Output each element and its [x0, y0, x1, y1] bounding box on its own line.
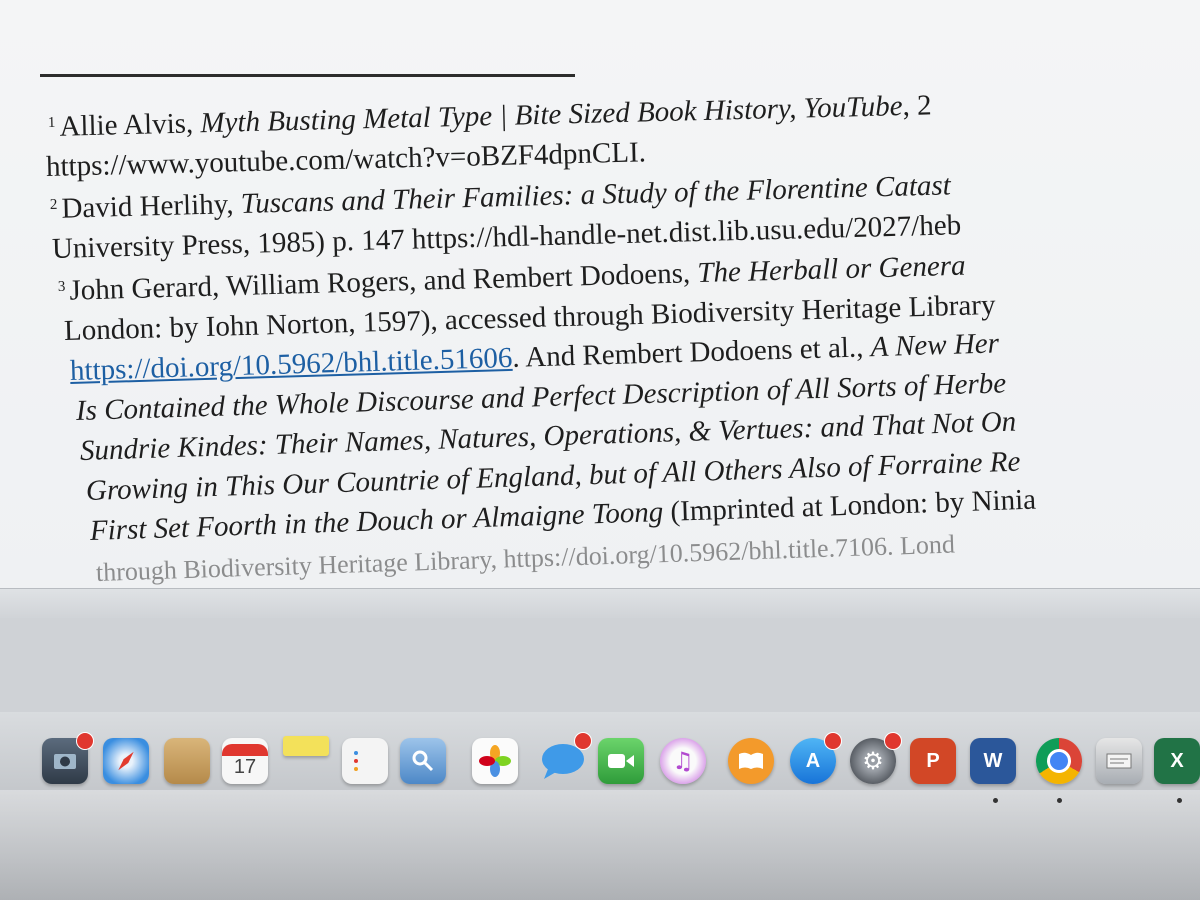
system-prefs-icon[interactable]: ⚙: [850, 732, 902, 784]
chrome-center: [1047, 749, 1071, 773]
photo-booth-glyph: [54, 754, 76, 769]
footnote-number: 1: [47, 114, 56, 131]
footnote-url: https://www.youtube.com/watch?v=oBZF4dpn…: [45, 136, 647, 183]
notification-badge: [884, 732, 902, 750]
list-glyph: [354, 751, 358, 771]
notification-badge: [824, 732, 842, 750]
photos-icon[interactable]: [472, 738, 518, 784]
itunes-icon[interactable]: ♫: [660, 738, 706, 784]
calendar-header: [222, 743, 268, 756]
chrome-icon[interactable]: [1036, 738, 1082, 784]
reminders-icon[interactable]: [342, 738, 388, 784]
footnote-number: 3: [57, 278, 66, 295]
running-indicator: [1177, 798, 1182, 803]
footnote-text: David Herlihy,: [61, 188, 242, 225]
calendar-icon[interactable]: 17: [222, 738, 268, 784]
running-indicator: [993, 798, 998, 803]
footnote-title: The Herball or Genera: [696, 249, 966, 290]
doi-link[interactable]: https://doi.org/10.5962/bhl.title.51606: [70, 342, 513, 387]
app-store-glyph: A: [805, 749, 821, 772]
music-note-glyph: ♫: [672, 747, 694, 775]
excel-glyph: X: [1170, 749, 1184, 772]
photo-booth-icon[interactable]: [42, 732, 94, 784]
safari-icon[interactable]: [103, 738, 149, 784]
footnote-title: Myth Busting Metal Type | Bite Sized Boo…: [200, 90, 903, 140]
footnote-number: 2: [49, 196, 58, 213]
gear-icon: ⚙: [862, 747, 884, 775]
dock-shelf: [0, 790, 1200, 900]
word-glyph: W: [983, 749, 1003, 772]
powerpoint-icon[interactable]: P: [910, 738, 956, 784]
footnote-text: (Imprinted at London: by Ninia: [662, 483, 1037, 528]
notes-folder-icon[interactable]: [164, 738, 210, 784]
ibooks-icon[interactable]: [728, 738, 774, 784]
facetime-icon[interactable]: [598, 738, 644, 784]
footnote-separator: [40, 74, 575, 77]
open-book-glyph: [739, 752, 763, 769]
compass-glyph: [118, 751, 134, 771]
footnote-text: Allie Alvis,: [59, 107, 201, 143]
scroll-glyph: [1106, 753, 1132, 769]
word-icon[interactable]: W: [970, 738, 1016, 784]
footnote-title: A New Her: [870, 327, 1000, 364]
page-bottom-edge: [0, 588, 1200, 619]
notification-badge: [76, 732, 94, 750]
pinwheel-glyph: [479, 745, 511, 777]
stickies-icon[interactable]: [283, 736, 329, 756]
preview-icon[interactable]: [400, 738, 446, 784]
excel-icon[interactable]: X: [1154, 738, 1200, 784]
messages-icon[interactable]: [540, 732, 592, 784]
footnote-text: , 2: [902, 89, 932, 123]
document-page[interactable]: 1 Allie Alvis, Myth Busting Metal Type | …: [0, 0, 1200, 590]
calendar-day: 17: [233, 755, 257, 778]
powerpoint-glyph: P: [926, 749, 940, 772]
camera-glyph: [608, 754, 634, 768]
window-background: [0, 618, 1200, 718]
footnote-1-line-2[interactable]: https://www.youtube.com/watch?v=oBZF4dpn…: [46, 135, 647, 184]
footnote-text: . And Rembert Dodoens et al.,: [511, 331, 872, 374]
app-store-icon[interactable]: A: [790, 732, 842, 784]
magnifier-glyph: [412, 750, 434, 772]
running-indicator: [1057, 798, 1062, 803]
notification-badge: [574, 732, 592, 750]
footnote-1-line-1[interactable]: 1 Allie Alvis, Myth Busting Metal Type | …: [48, 88, 932, 144]
script-icon[interactable]: [1096, 738, 1142, 784]
